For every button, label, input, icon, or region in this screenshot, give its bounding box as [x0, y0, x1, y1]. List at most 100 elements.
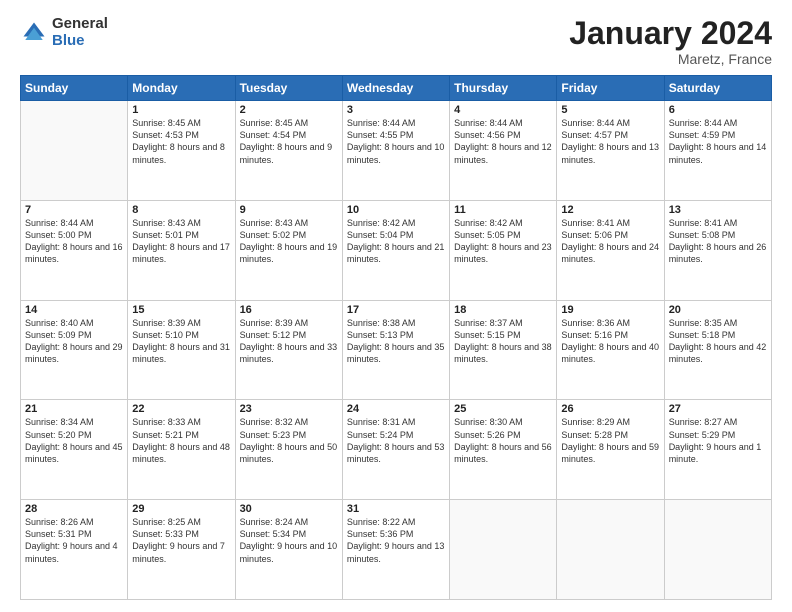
calendar-cell: 21Sunrise: 8:34 AM Sunset: 5:20 PM Dayli…	[21, 400, 128, 500]
day-number: 13	[669, 204, 767, 216]
calendar-cell: 20Sunrise: 8:35 AM Sunset: 5:18 PM Dayli…	[664, 300, 771, 400]
day-header-tuesday: Tuesday	[235, 76, 342, 101]
cell-details: Sunrise: 8:30 AM Sunset: 5:26 PM Dayligh…	[454, 416, 552, 465]
calendar-cell: 10Sunrise: 8:42 AM Sunset: 5:04 PM Dayli…	[342, 200, 449, 300]
calendar-cell: 14Sunrise: 8:40 AM Sunset: 5:09 PM Dayli…	[21, 300, 128, 400]
calendar-table: SundayMondayTuesdayWednesdayThursdayFrid…	[20, 75, 772, 600]
calendar-cell: 7Sunrise: 8:44 AM Sunset: 5:00 PM Daylig…	[21, 200, 128, 300]
day-number: 21	[25, 403, 123, 415]
calendar-cell: 18Sunrise: 8:37 AM Sunset: 5:15 PM Dayli…	[450, 300, 557, 400]
day-number: 6	[669, 104, 767, 116]
cell-details: Sunrise: 8:36 AM Sunset: 5:16 PM Dayligh…	[561, 317, 659, 366]
calendar-cell	[450, 500, 557, 600]
day-number: 9	[240, 204, 338, 216]
day-number: 19	[561, 304, 659, 316]
day-number: 24	[347, 403, 445, 415]
day-number: 16	[240, 304, 338, 316]
day-number: 25	[454, 403, 552, 415]
logo-blue: Blue	[52, 33, 108, 50]
day-number: 29	[132, 503, 230, 515]
cell-details: Sunrise: 8:45 AM Sunset: 4:53 PM Dayligh…	[132, 117, 230, 166]
month-title: January 2024	[569, 16, 772, 51]
calendar-cell: 5Sunrise: 8:44 AM Sunset: 4:57 PM Daylig…	[557, 101, 664, 201]
cell-details: Sunrise: 8:27 AM Sunset: 5:29 PM Dayligh…	[669, 416, 767, 465]
logo-general: General	[52, 16, 108, 33]
calendar-cell: 17Sunrise: 8:38 AM Sunset: 5:13 PM Dayli…	[342, 300, 449, 400]
cell-details: Sunrise: 8:24 AM Sunset: 5:34 PM Dayligh…	[240, 516, 338, 565]
cell-details: Sunrise: 8:37 AM Sunset: 5:15 PM Dayligh…	[454, 317, 552, 366]
cell-details: Sunrise: 8:38 AM Sunset: 5:13 PM Dayligh…	[347, 317, 445, 366]
calendar-cell	[557, 500, 664, 600]
day-number: 26	[561, 403, 659, 415]
day-header-thursday: Thursday	[450, 76, 557, 101]
week-row-3: 21Sunrise: 8:34 AM Sunset: 5:20 PM Dayli…	[21, 400, 772, 500]
cell-details: Sunrise: 8:22 AM Sunset: 5:36 PM Dayligh…	[347, 516, 445, 565]
cell-details: Sunrise: 8:34 AM Sunset: 5:20 PM Dayligh…	[25, 416, 123, 465]
logo: General Blue	[20, 16, 108, 49]
cell-details: Sunrise: 8:44 AM Sunset: 4:56 PM Dayligh…	[454, 117, 552, 166]
calendar-cell: 8Sunrise: 8:43 AM Sunset: 5:01 PM Daylig…	[128, 200, 235, 300]
calendar-cell: 24Sunrise: 8:31 AM Sunset: 5:24 PM Dayli…	[342, 400, 449, 500]
day-number: 7	[25, 204, 123, 216]
location: Maretz, France	[569, 51, 772, 67]
day-number: 1	[132, 104, 230, 116]
cell-details: Sunrise: 8:35 AM Sunset: 5:18 PM Dayligh…	[669, 317, 767, 366]
day-number: 5	[561, 104, 659, 116]
day-number: 17	[347, 304, 445, 316]
day-number: 8	[132, 204, 230, 216]
day-number: 11	[454, 204, 552, 216]
day-header-wednesday: Wednesday	[342, 76, 449, 101]
calendar-cell: 26Sunrise: 8:29 AM Sunset: 5:28 PM Dayli…	[557, 400, 664, 500]
cell-details: Sunrise: 8:31 AM Sunset: 5:24 PM Dayligh…	[347, 416, 445, 465]
calendar-cell: 9Sunrise: 8:43 AM Sunset: 5:02 PM Daylig…	[235, 200, 342, 300]
cell-details: Sunrise: 8:43 AM Sunset: 5:01 PM Dayligh…	[132, 217, 230, 266]
calendar-cell: 16Sunrise: 8:39 AM Sunset: 5:12 PM Dayli…	[235, 300, 342, 400]
calendar-cell: 11Sunrise: 8:42 AM Sunset: 5:05 PM Dayli…	[450, 200, 557, 300]
calendar-cell: 28Sunrise: 8:26 AM Sunset: 5:31 PM Dayli…	[21, 500, 128, 600]
cell-details: Sunrise: 8:25 AM Sunset: 5:33 PM Dayligh…	[132, 516, 230, 565]
day-number: 28	[25, 503, 123, 515]
calendar-cell	[664, 500, 771, 600]
calendar-cell: 2Sunrise: 8:45 AM Sunset: 4:54 PM Daylig…	[235, 101, 342, 201]
day-number: 18	[454, 304, 552, 316]
week-row-0: 1Sunrise: 8:45 AM Sunset: 4:53 PM Daylig…	[21, 101, 772, 201]
calendar-cell: 22Sunrise: 8:33 AM Sunset: 5:21 PM Dayli…	[128, 400, 235, 500]
cell-details: Sunrise: 8:41 AM Sunset: 5:08 PM Dayligh…	[669, 217, 767, 266]
cell-details: Sunrise: 8:39 AM Sunset: 5:12 PM Dayligh…	[240, 317, 338, 366]
cell-details: Sunrise: 8:39 AM Sunset: 5:10 PM Dayligh…	[132, 317, 230, 366]
cell-details: Sunrise: 8:42 AM Sunset: 5:04 PM Dayligh…	[347, 217, 445, 266]
day-number: 23	[240, 403, 338, 415]
day-number: 3	[347, 104, 445, 116]
calendar-cell: 4Sunrise: 8:44 AM Sunset: 4:56 PM Daylig…	[450, 101, 557, 201]
cell-details: Sunrise: 8:44 AM Sunset: 5:00 PM Dayligh…	[25, 217, 123, 266]
header: General Blue January 2024 Maretz, France	[20, 16, 772, 67]
cell-details: Sunrise: 8:44 AM Sunset: 4:55 PM Dayligh…	[347, 117, 445, 166]
day-number: 15	[132, 304, 230, 316]
cell-details: Sunrise: 8:44 AM Sunset: 4:59 PM Dayligh…	[669, 117, 767, 166]
cell-details: Sunrise: 8:40 AM Sunset: 5:09 PM Dayligh…	[25, 317, 123, 366]
cell-details: Sunrise: 8:32 AM Sunset: 5:23 PM Dayligh…	[240, 416, 338, 465]
cell-details: Sunrise: 8:42 AM Sunset: 5:05 PM Dayligh…	[454, 217, 552, 266]
day-number: 22	[132, 403, 230, 415]
day-header-monday: Monday	[128, 76, 235, 101]
calendar-cell: 6Sunrise: 8:44 AM Sunset: 4:59 PM Daylig…	[664, 101, 771, 201]
day-number: 14	[25, 304, 123, 316]
calendar-cell: 30Sunrise: 8:24 AM Sunset: 5:34 PM Dayli…	[235, 500, 342, 600]
title-block: January 2024 Maretz, France	[569, 16, 772, 67]
day-number: 30	[240, 503, 338, 515]
cell-details: Sunrise: 8:29 AM Sunset: 5:28 PM Dayligh…	[561, 416, 659, 465]
day-header-sunday: Sunday	[21, 76, 128, 101]
calendar-cell: 12Sunrise: 8:41 AM Sunset: 5:06 PM Dayli…	[557, 200, 664, 300]
cell-details: Sunrise: 8:26 AM Sunset: 5:31 PM Dayligh…	[25, 516, 123, 565]
calendar-cell: 13Sunrise: 8:41 AM Sunset: 5:08 PM Dayli…	[664, 200, 771, 300]
cell-details: Sunrise: 8:41 AM Sunset: 5:06 PM Dayligh…	[561, 217, 659, 266]
week-row-4: 28Sunrise: 8:26 AM Sunset: 5:31 PM Dayli…	[21, 500, 772, 600]
day-number: 4	[454, 104, 552, 116]
calendar-cell: 15Sunrise: 8:39 AM Sunset: 5:10 PM Dayli…	[128, 300, 235, 400]
header-row: SundayMondayTuesdayWednesdayThursdayFrid…	[21, 76, 772, 101]
cell-details: Sunrise: 8:45 AM Sunset: 4:54 PM Dayligh…	[240, 117, 338, 166]
day-number: 27	[669, 403, 767, 415]
calendar-cell: 27Sunrise: 8:27 AM Sunset: 5:29 PM Dayli…	[664, 400, 771, 500]
cell-details: Sunrise: 8:33 AM Sunset: 5:21 PM Dayligh…	[132, 416, 230, 465]
calendar-cell: 23Sunrise: 8:32 AM Sunset: 5:23 PM Dayli…	[235, 400, 342, 500]
